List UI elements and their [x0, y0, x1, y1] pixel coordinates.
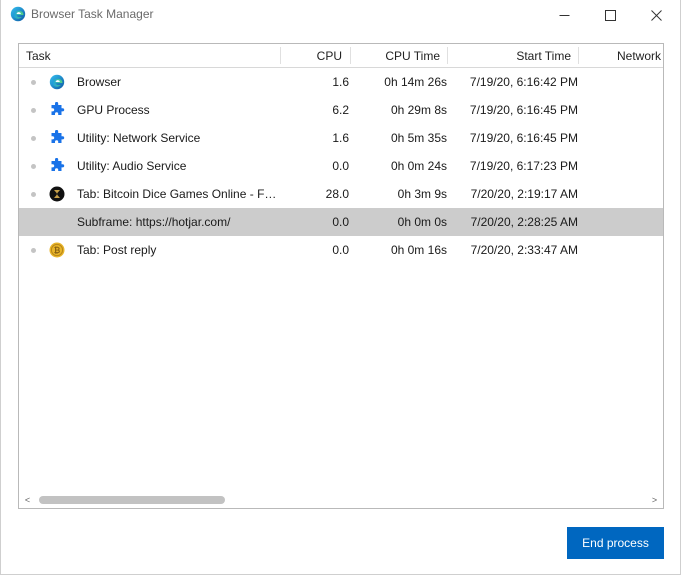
table-row[interactable]: Utility: Network Service 1.6 0h 5m 35s 7… [19, 124, 663, 152]
scroll-left-arrow[interactable]: < [19, 491, 36, 508]
close-button[interactable] [633, 0, 679, 30]
column-header-cpu[interactable]: CPU [281, 44, 342, 67]
scrollbar-thumb[interactable] [39, 496, 225, 504]
end-process-button[interactable]: End process [567, 527, 664, 559]
cpu-time-value: 0h 3m 9s [397, 187, 447, 201]
table-header: Task CPU CPU Time Start Time Network [19, 44, 663, 68]
start-time-value: 7/20/20, 2:33:47 AM [470, 243, 578, 257]
start-time-value: 7/19/20, 6:17:23 PM [469, 159, 578, 173]
row-bullet [31, 108, 36, 113]
minimize-icon [559, 14, 569, 16]
table-row-selected[interactable]: Subframe: https://hotjar.com/ 0.0 0h 0m … [19, 208, 663, 236]
table-row[interactable]: Tab: Bitcoin Dice Games Online - For... … [19, 180, 663, 208]
title-bar[interactable]: Browser Task Manager [1, 0, 680, 30]
puzzle-piece-icon [51, 102, 65, 115]
cpu-value: 1.6 [332, 75, 349, 89]
close-icon [650, 9, 662, 21]
maximize-icon [604, 9, 616, 21]
table-row[interactable]: Utility: Audio Service 0.0 0h 0m 24s 7/1… [19, 152, 663, 180]
cpu-time-value: 0h 0m 16s [390, 243, 447, 257]
column-header-network[interactable]: Network [617, 44, 661, 67]
table-row[interactable]: GPU Process 6.2 0h 29m 8s 7/19/20, 6:16:… [19, 96, 663, 124]
task-table[interactable]: Task CPU CPU Time Start Time Network Bro… [18, 43, 664, 509]
cpu-value: 1.6 [332, 131, 349, 145]
cpu-value: 0.0 [332, 215, 349, 229]
row-bullet [31, 248, 36, 253]
svg-text:₿: ₿ [54, 246, 61, 255]
task-name: Tab: Bitcoin Dice Games Online - For... [77, 187, 282, 201]
column-header-cpu-time[interactable]: CPU Time [351, 44, 440, 67]
cpu-value: 0.0 [332, 159, 349, 173]
cpu-value: 6.2 [332, 103, 349, 117]
row-bullet [31, 80, 36, 85]
row-bullet [31, 136, 36, 141]
edge-logo-icon [10, 6, 26, 22]
task-name: Browser [77, 75, 122, 89]
dice-favicon-icon [49, 186, 65, 202]
start-time-value: 7/19/20, 6:16:45 PM [469, 131, 578, 145]
cpu-time-value: 0h 0m 24s [390, 159, 447, 173]
column-header-start-time[interactable]: Start Time [448, 44, 571, 67]
puzzle-piece-icon [51, 158, 65, 171]
puzzle-piece-icon [51, 130, 65, 143]
edge-logo-icon [49, 74, 65, 90]
task-name: Tab: Post reply [77, 243, 157, 257]
bitcoin-coin-icon: ₿ [49, 242, 65, 258]
table-row[interactable]: Browser 1.6 0h 14m 26s 7/19/20, 6:16:42 … [19, 68, 663, 96]
task-name: GPU Process [77, 103, 150, 117]
maximize-button[interactable] [587, 0, 633, 30]
row-bullet [31, 192, 36, 197]
column-divider[interactable] [578, 47, 579, 64]
cpu-value: 0.0 [332, 243, 349, 257]
cpu-time-value: 0h 5m 35s [390, 131, 447, 145]
table-row[interactable]: ₿ Tab: Post reply 0.0 0h 0m 16s 7/20/20,… [19, 236, 663, 264]
task-name: Utility: Audio Service [77, 159, 187, 173]
task-name: Subframe: https://hotjar.com/ [77, 215, 231, 229]
cpu-time-value: 0h 14m 26s [384, 75, 447, 89]
start-time-value: 7/19/20, 6:16:45 PM [469, 103, 578, 117]
cpu-value: 28.0 [325, 187, 349, 201]
horizontal-scrollbar[interactable]: < > [19, 491, 663, 508]
column-header-task[interactable]: Task [26, 44, 51, 67]
start-time-value: 7/20/20, 2:28:25 AM [470, 215, 578, 229]
start-time-value: 7/19/20, 6:16:42 PM [469, 75, 578, 89]
scroll-right-arrow[interactable]: > [646, 491, 663, 508]
window-title: Browser Task Manager [31, 7, 154, 21]
row-bullet [31, 164, 36, 169]
task-rows: Browser 1.6 0h 14m 26s 7/19/20, 6:16:42 … [19, 68, 663, 264]
task-manager-window: Browser Task Manager Task CPU CPU Time S… [0, 0, 681, 575]
cpu-time-value: 0h 29m 8s [390, 103, 447, 117]
minimize-button[interactable] [541, 0, 587, 30]
start-time-value: 7/20/20, 2:19:17 AM [470, 187, 578, 201]
task-name: Utility: Network Service [77, 131, 201, 145]
cpu-time-value: 0h 0m 0s [397, 215, 447, 229]
